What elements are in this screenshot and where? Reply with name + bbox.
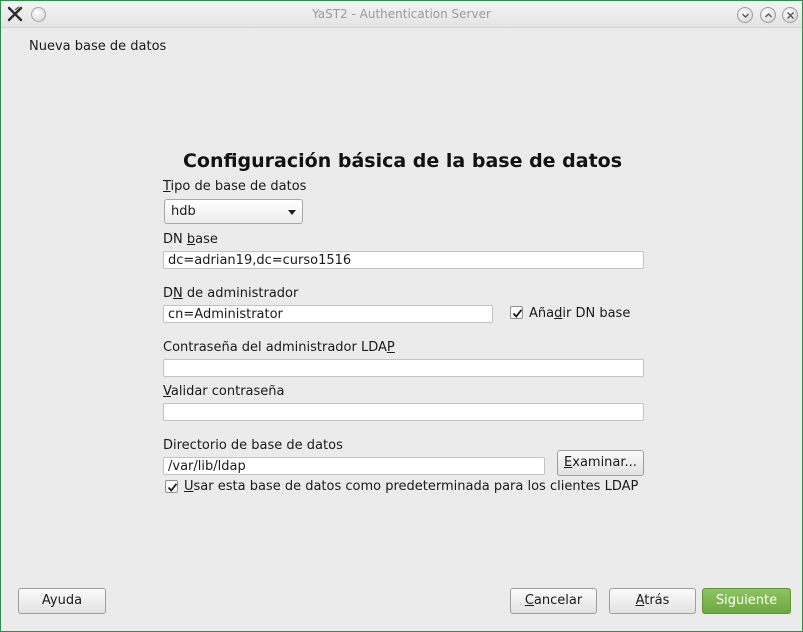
page-heading: Configuración básica de la base de datos (182, 150, 623, 172)
cancel-button-text: ancelar (533, 593, 583, 608)
help-button[interactable]: Ayuda (18, 588, 106, 614)
validate-password-label-mnemonic: V (163, 384, 171, 399)
db-type-label-mnemonic: T (163, 179, 171, 194)
minimize-icon[interactable] (737, 7, 753, 23)
base-dn-label-mnemonic: b (186, 232, 196, 247)
window-title: YaST2 - Authentication Server (312, 7, 491, 21)
default-db-label-text: sar esta base de datos como predetermina… (193, 479, 639, 494)
cancel-button[interactable]: Cancelar (510, 588, 597, 614)
admin-dn-input[interactable] (163, 305, 493, 323)
checkmark-icon (512, 309, 523, 318)
validate-password-label-text: alidar contraseña (170, 384, 285, 399)
base-dn-label-post: ase (195, 232, 218, 247)
step-title: Nueva base de datos (29, 39, 167, 54)
base-dn-label: DN base (163, 232, 218, 247)
admin-dn-label-pre: D (163, 286, 174, 301)
db-directory-input[interactable] (163, 457, 545, 475)
back-button-text: trás (644, 593, 670, 608)
admin-password-label: Contraseña del administrador LDAP (163, 340, 395, 355)
append-base-dn-label-post: ir DN base (562, 306, 631, 321)
admin-password-label-mnemonic: P (386, 340, 395, 355)
maximize-icon[interactable] (760, 7, 776, 23)
db-type-combo[interactable]: hdb (164, 199, 303, 224)
default-db-label-mnemonic: U (184, 479, 194, 494)
cancel-button-mnemonic: C (524, 593, 534, 608)
next-button[interactable]: Siguiente (702, 588, 791, 614)
db-type-label-text: ipo de base de datos (170, 179, 307, 194)
validate-password-input[interactable] (163, 403, 644, 421)
base-dn-input[interactable] (163, 251, 644, 269)
window-titlebar[interactable]: YaST2 - Authentication Server (1, 1, 802, 28)
append-base-dn-label[interactable]: Añadir DN base (529, 306, 630, 321)
db-directory-label: Directorio de base de datos (163, 438, 343, 453)
browse-button-text: xaminar... (572, 455, 637, 470)
default-db-checkbox[interactable] (165, 480, 178, 493)
browse-button[interactable]: Examinar... (557, 450, 644, 476)
back-button-mnemonic: A (635, 593, 645, 608)
default-db-label[interactable]: Usar esta base de datos como predetermin… (184, 479, 638, 494)
admin-password-label-pre: Contraseña del administrador LDA (163, 340, 387, 355)
checkmark-icon (167, 483, 178, 492)
append-base-dn-checkbox[interactable] (510, 306, 523, 319)
admin-dn-label-post: de administrador (182, 286, 299, 301)
base-dn-label-pre: DN (163, 232, 187, 247)
yast-window: YaST2 - Authentication Server Nueva base… (0, 0, 803, 632)
append-base-dn-label-pre: Aña (529, 306, 555, 321)
admin-password-input[interactable] (163, 359, 644, 377)
admin-dn-label: DN de administrador (163, 286, 298, 301)
admin-dn-label-mnemonic: N (173, 286, 183, 301)
close-icon[interactable] (782, 7, 798, 23)
db-type-value: hdb (171, 204, 196, 219)
db-type-label: Tipo de base de datos (163, 179, 306, 194)
back-button[interactable]: Atrás (609, 588, 696, 614)
validate-password-label: Validar contraseña (163, 384, 285, 399)
chevron-down-icon (288, 210, 296, 215)
